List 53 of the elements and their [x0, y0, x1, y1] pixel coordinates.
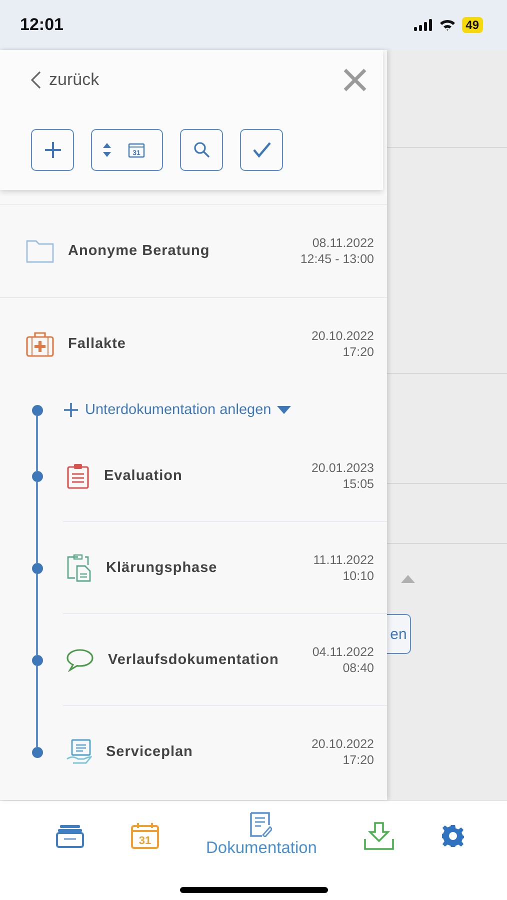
- checkmark-icon: [252, 141, 272, 159]
- document-on-hand-icon: [66, 739, 92, 765]
- archive-icon: [56, 824, 84, 848]
- document-time: 12:45 - 13:00: [300, 251, 374, 267]
- document-time: 10:10: [342, 568, 374, 584]
- timeline-dot: [32, 562, 42, 574]
- wifi-icon: [438, 19, 456, 31]
- battery-level: 49: [462, 17, 483, 33]
- document-date: 08.11.2022: [312, 235, 374, 251]
- medical-case-icon: [26, 331, 54, 357]
- document-date: 11.11.2022: [313, 552, 374, 568]
- signal-icon: [414, 19, 433, 31]
- triangle-icon: [401, 575, 415, 583]
- subdocument-title: Klärungsphase: [106, 560, 218, 576]
- document-date: 20.10.2022: [311, 328, 374, 344]
- timeline-dot: [32, 654, 42, 666]
- document-time: 17:20: [342, 344, 374, 360]
- plus-icon: [63, 402, 79, 418]
- search-icon: [192, 141, 210, 159]
- speech-bubble-icon: [66, 648, 94, 672]
- dropdown-caret-icon: [277, 405, 292, 415]
- timeline-dot: [32, 746, 42, 758]
- download-icon: [364, 822, 394, 850]
- search-button[interactable]: [180, 129, 223, 171]
- document-title: Fallakte: [68, 336, 127, 352]
- settings-icon: [440, 824, 465, 848]
- status-time: 12:01: [20, 15, 64, 35]
- add-subdocument-link[interactable]: Unterdokumentation anlegen: [63, 390, 292, 430]
- document-time: 17:20: [342, 752, 374, 768]
- subdocument-row[interactable]: Serviceplan 20.10.2022 17:20: [63, 706, 387, 798]
- back-button[interactable]: zurück: [31, 70, 100, 90]
- folder-icon: [26, 239, 54, 263]
- document-time: 08:40: [342, 660, 374, 676]
- close-icon[interactable]: [343, 68, 367, 92]
- confirm-button[interactable]: [240, 129, 283, 171]
- document-row[interactable]: Fallakte 20.10.2022 17:20: [0, 298, 387, 390]
- document-time: 15:05: [342, 476, 374, 492]
- chevron-left-icon: [31, 71, 41, 89]
- clipboard-document-icon: [66, 554, 92, 582]
- document-title: Anonyme Beratung: [68, 243, 211, 259]
- add-button[interactable]: [31, 129, 74, 171]
- subdocument-title: Verlaufsdokumentation: [108, 652, 280, 668]
- background-button[interactable]: en: [387, 614, 411, 654]
- clipboard-icon: [66, 462, 90, 488]
- document-date: 04.11.2022: [312, 644, 374, 660]
- document-pen-icon: [250, 810, 272, 836]
- subdocument-title: Evaluation: [104, 468, 184, 484]
- plus-icon: [44, 141, 62, 159]
- timeline-dot: [32, 404, 42, 416]
- timeline-dot: [32, 470, 42, 482]
- subdocument-title: Serviceplan: [106, 744, 194, 760]
- document-date: 20.10.2022: [311, 736, 374, 752]
- document-date: 20.01.2023: [311, 460, 374, 476]
